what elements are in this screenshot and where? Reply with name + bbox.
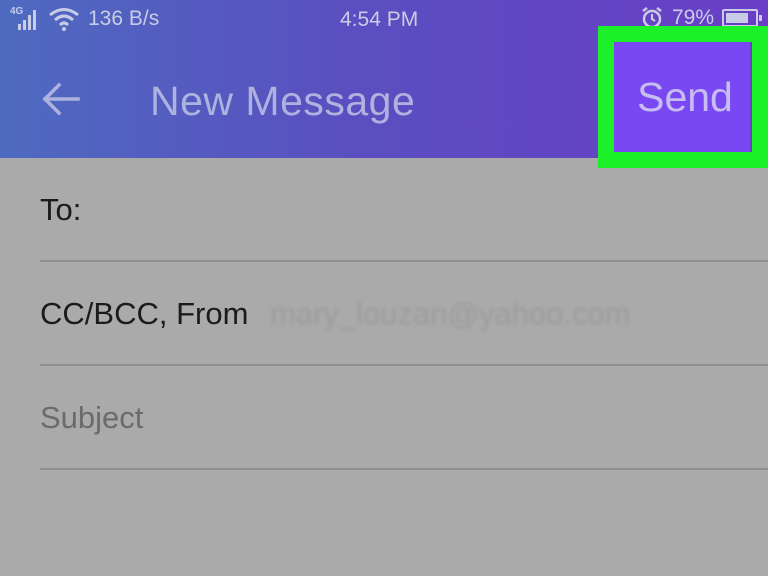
signal-icon: 4G (10, 6, 40, 32)
back-button[interactable] (36, 76, 86, 122)
status-left: 4G 136 B/s (10, 6, 159, 32)
subject-field[interactable]: Subject (40, 366, 768, 470)
status-time: 4:54 PM (340, 8, 419, 31)
message-body[interactable] (0, 470, 768, 576)
page-title: New Message (150, 78, 416, 124)
send-button[interactable]: Send (614, 42, 750, 152)
battery-icon (722, 9, 762, 27)
to-field[interactable]: To: (40, 158, 768, 262)
data-rate: 136 B/s (88, 7, 160, 30)
to-label: To: (40, 192, 82, 227)
battery-fill (726, 13, 748, 23)
cc-bcc-from-field[interactable]: CC/BCC, From mary_louzan@yahoo.com (40, 262, 768, 366)
new-message-screen: 4G 136 B/s 4:54 PM 79% New Message Send … (0, 0, 768, 576)
signal-bars-icon (18, 10, 36, 30)
subject-placeholder: Subject (40, 400, 144, 435)
compose-form: To: CC/BCC, From mary_louzan@yahoo.com S… (0, 158, 768, 576)
wifi-icon (49, 8, 79, 31)
cc-bcc-from-label: CC/BCC, From (40, 296, 249, 331)
arrow-left-icon (42, 82, 80, 116)
from-address: mary_louzan@yahoo.com (270, 296, 631, 331)
